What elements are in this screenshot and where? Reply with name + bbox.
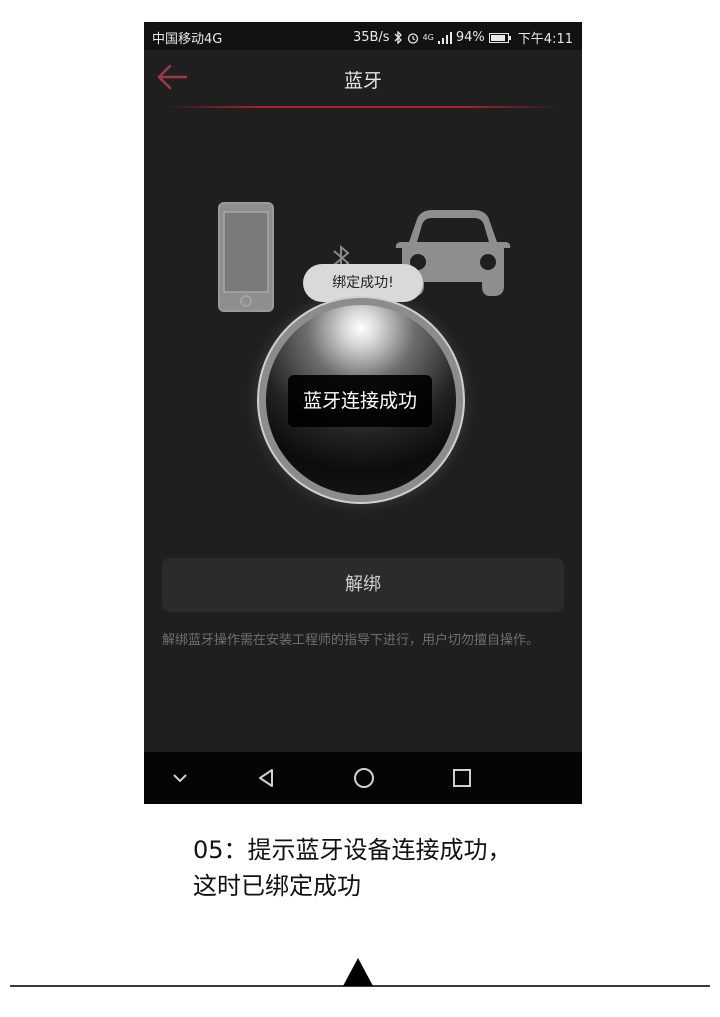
bluetooth-icon xyxy=(394,31,402,44)
status-right: 35B/s 4G 94% 下午4:11 xyxy=(353,28,573,47)
nav-recents-icon[interactable] xyxy=(450,766,474,790)
carrier-label: 中国移动4G xyxy=(152,32,223,47)
alarm-icon xyxy=(407,32,418,44)
unbind-warning-note: 解绑蓝牙操作需在安装工程师的指导下进行，用户切勿擅自操作。 xyxy=(162,633,540,648)
nav-home-icon[interactable] xyxy=(352,766,376,790)
page-title: 蓝牙 xyxy=(343,70,382,92)
phone-screen: 中国移动4G 35B/s 4G 94% 下午4:11 蓝牙 绑定成功! 蓝牙连接… xyxy=(144,22,582,804)
header-divider xyxy=(164,106,562,108)
step-caption: 05：提示蓝牙设备连接成功， 这时已绑定成功 xyxy=(193,832,512,904)
triangle-marker xyxy=(343,958,373,986)
network-speed: 35B/s xyxy=(352,30,390,45)
system-nav-bar xyxy=(144,752,582,804)
clock: 下午4:11 xyxy=(517,32,573,47)
status-bar: 中国移动4G 35B/s 4G 94% 下午4:11 xyxy=(144,22,582,50)
connection-status-label: 蓝牙连接成功 xyxy=(288,375,432,427)
battery-icon xyxy=(488,32,511,43)
network-type: 4G xyxy=(422,33,434,42)
nav-back-icon[interactable] xyxy=(254,766,278,790)
nav-hide-icon[interactable] xyxy=(168,766,192,790)
signal-icon xyxy=(437,31,452,44)
bind-success-toast: 绑定成功! xyxy=(303,264,423,302)
caption-line-1: 05：提示蓝牙设备连接成功， xyxy=(193,836,512,864)
caption-line-2: 这时已绑定成功 xyxy=(193,872,361,900)
app-bar: 蓝牙 xyxy=(144,50,582,108)
battery-percent: 94% xyxy=(455,30,485,45)
unbind-button[interactable]: 解绑 xyxy=(162,558,564,612)
smartphone-icon xyxy=(218,202,274,312)
